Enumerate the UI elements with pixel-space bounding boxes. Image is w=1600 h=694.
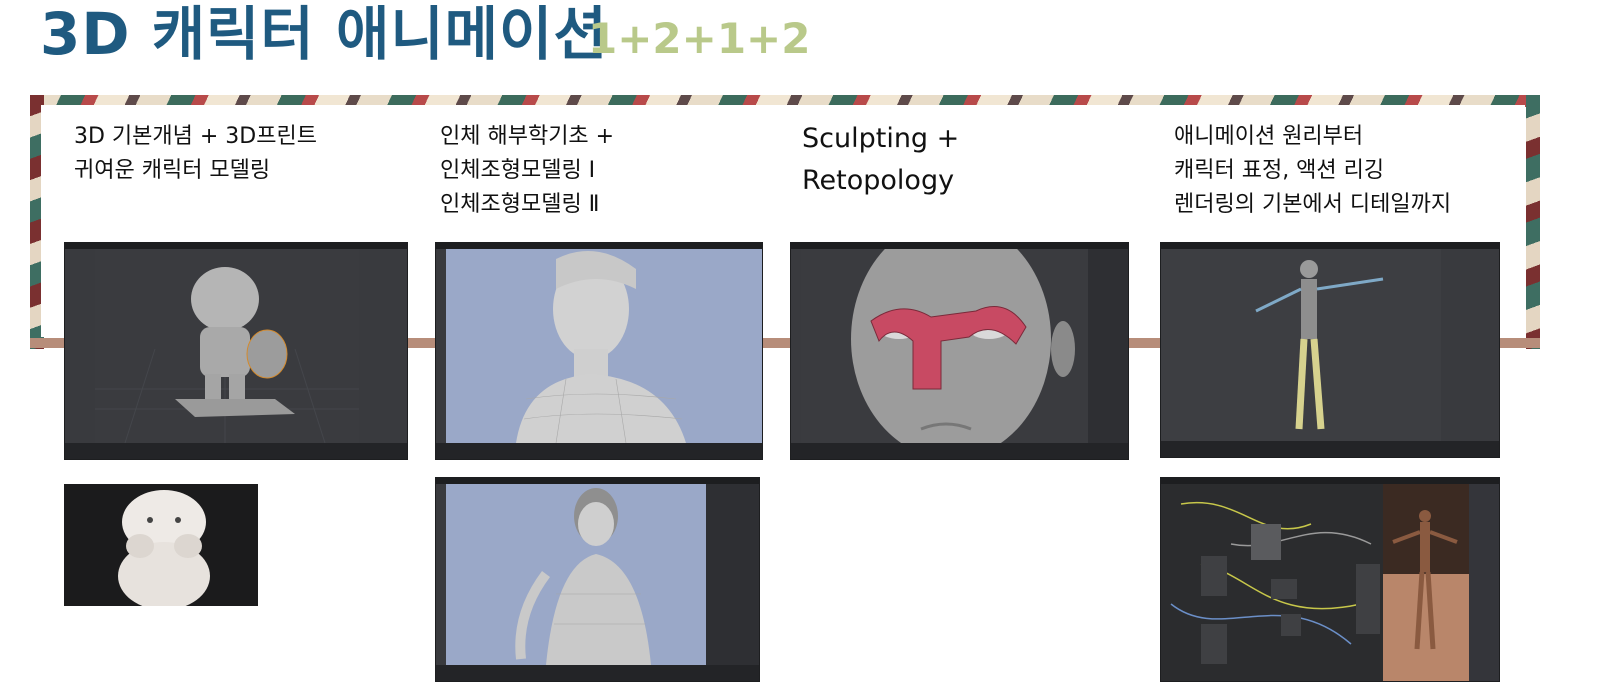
node-editor-icon bbox=[1161, 484, 1383, 681]
column-2-line-3: 인체조형모델링 Ⅱ bbox=[440, 192, 600, 217]
column-1-line-1: 3D 기본개념 + 3D프린트 bbox=[74, 124, 317, 149]
blender-screenshot-full-figure bbox=[435, 477, 760, 682]
3d-print-photo bbox=[64, 484, 258, 606]
render-preview-icon bbox=[1383, 484, 1469, 681]
character-figure-icon bbox=[95, 249, 359, 443]
column-2-text: 인체 해부학기초 + 인체조형모델링 Ⅰ 인체조형모델링 Ⅱ bbox=[440, 120, 614, 222]
blender-screenshot-shader-render bbox=[1160, 477, 1500, 682]
banner-right-edge bbox=[1526, 95, 1540, 349]
blender-screenshot-retopology-face bbox=[790, 242, 1129, 460]
blender-screenshot-anatomy-bust bbox=[435, 242, 763, 460]
column-4-line-3: 렌더링의 기본에서 디테일까지 bbox=[1174, 192, 1452, 217]
column-4-line-1: 애니메이션 원리부터 bbox=[1174, 124, 1364, 149]
column-2-line-1: 인체 해부학기초 + bbox=[440, 124, 615, 149]
column-4-text: 애니메이션 원리부터 캐릭터 표정, 액션 리깅 렌더링의 기본에서 디테일까지 bbox=[1174, 120, 1451, 222]
face-retopo-icon bbox=[801, 249, 1088, 443]
column-3-line-2: Retopology bbox=[802, 165, 955, 196]
column-2-line-2: 인체조형모델링 Ⅰ bbox=[440, 158, 596, 183]
column-3-text: Sculpting + Retopology bbox=[802, 118, 959, 202]
blender-screenshot-cute-character bbox=[64, 242, 408, 460]
column-1-text: 3D 기본개념 + 3D프린트 귀여운 캐릭터 모델링 bbox=[74, 120, 317, 188]
column-3-line-1: Sculpting + bbox=[802, 123, 960, 154]
column-4-line-2: 캐릭터 표정, 액션 리깅 bbox=[1174, 158, 1385, 183]
blender-screenshot-rigging bbox=[1160, 242, 1500, 458]
female-bust-icon bbox=[446, 249, 762, 443]
figure-mesh-icon bbox=[446, 484, 706, 665]
rigged-figure-icon bbox=[1161, 249, 1441, 441]
printed-figure-icon bbox=[64, 484, 258, 606]
page-subtitle: 1+2+1+2 bbox=[588, 14, 811, 63]
page-title: 3D 캐릭터 애니메이션 bbox=[40, 0, 608, 68]
column-1-line-2: 귀여운 캐릭터 모델링 bbox=[74, 158, 271, 183]
